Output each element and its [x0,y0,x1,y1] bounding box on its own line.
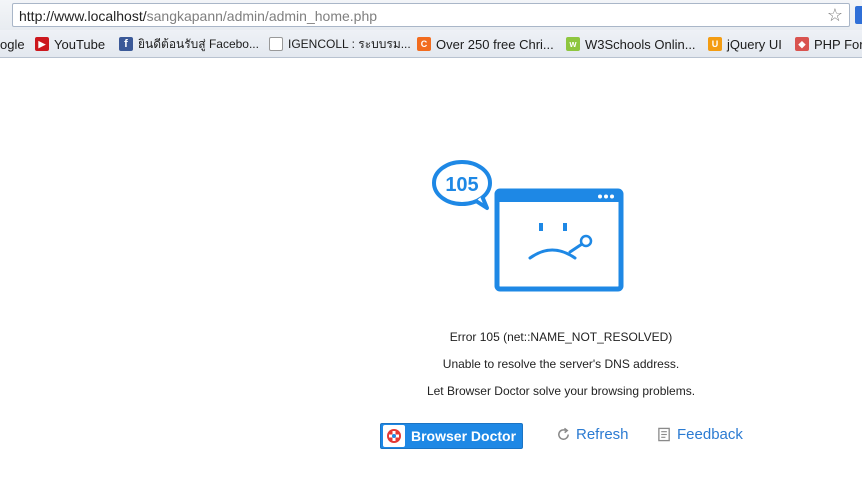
bookmark-php[interactable]: ◆ PHP For [795,36,862,52]
speech-bubble-icon: 105 [432,160,492,210]
error-illustration: 105 [432,160,624,292]
refresh-label: Refresh [576,426,629,443]
bookmark-label: ยินดีต้อนรับสู่ Facebo... [138,36,259,51]
youtube-icon: ▶ [35,37,49,51]
bookmarks-bar: ogle ▶ YouTube f ยินดีต้อนรับสู่ Facebo.… [0,30,862,58]
php-icon: ◆ [795,37,809,51]
bookmark-label: PHP For [814,36,862,52]
bookmark-label: IGENCOLL : ระบบรม... [288,36,411,51]
bookmark-label: Over 250 free Chri... [436,36,554,52]
bookmark-igencoll[interactable]: IGENCOLL : ระบบรม... [269,36,411,52]
w3schools-icon: w [566,37,580,51]
refresh-icon [558,427,569,440]
site-icon: C [417,37,431,51]
refresh-link[interactable]: Refresh [556,426,629,443]
bookmark-label: ogle [0,36,25,52]
feedback-icon [658,427,670,442]
browser-doctor-label: Browser Doctor [411,428,517,444]
feedback-label: Feedback [677,426,743,443]
browser-doctor-icon [383,425,405,447]
url-host: http://www.localhost/ [19,8,147,24]
error-description: Unable to resolve the server's DNS addre… [442,357,680,371]
url-path: sangkapann/admin/admin_home.php [146,8,378,24]
url-text[interactable]: http://www.localhost/sangkapann/admin/ad… [19,8,377,24]
facebook-icon: f [119,37,133,51]
error-title: Error 105 (net::NAME_NOT_RESOLVED) [449,330,673,344]
page-icon [269,37,283,51]
bookmark-jquery-ui[interactable]: U jQuery UI [708,36,782,52]
bookmark-facebook[interactable]: f ยินดีต้อนรับสู่ Facebo... [119,36,259,52]
error-suggestion: Let Browser Doctor solve your browsing p… [426,384,696,398]
bookmark-label: jQuery UI [727,36,782,52]
browser-toolbar: http://www.localhost/sangkapann/admin/ad… [0,0,862,30]
bookmark-label: W3Schools Onlin... [585,36,696,52]
bookmark-youtube[interactable]: ▶ YouTube [35,36,105,52]
bookmark-google[interactable]: ogle [0,36,25,52]
star-icon[interactable]: ☆ [827,5,843,25]
sad-window-icon [494,188,624,292]
bookmark-free-chri[interactable]: C Over 250 free Chri... [417,36,554,52]
error-code: 105 [445,174,478,196]
browser-doctor-button[interactable]: Browser Doctor [380,423,523,449]
feedback-link[interactable]: Feedback [657,426,743,443]
bookmark-label: YouTube [54,36,106,52]
bookmark-w3schools[interactable]: w W3Schools Onlin... [566,36,696,52]
jquery-ui-icon: U [708,37,722,51]
address-bar[interactable]: http://www.localhost/sangkapann/admin/ad… [12,3,850,27]
extension-icon[interactable] [855,6,862,24]
